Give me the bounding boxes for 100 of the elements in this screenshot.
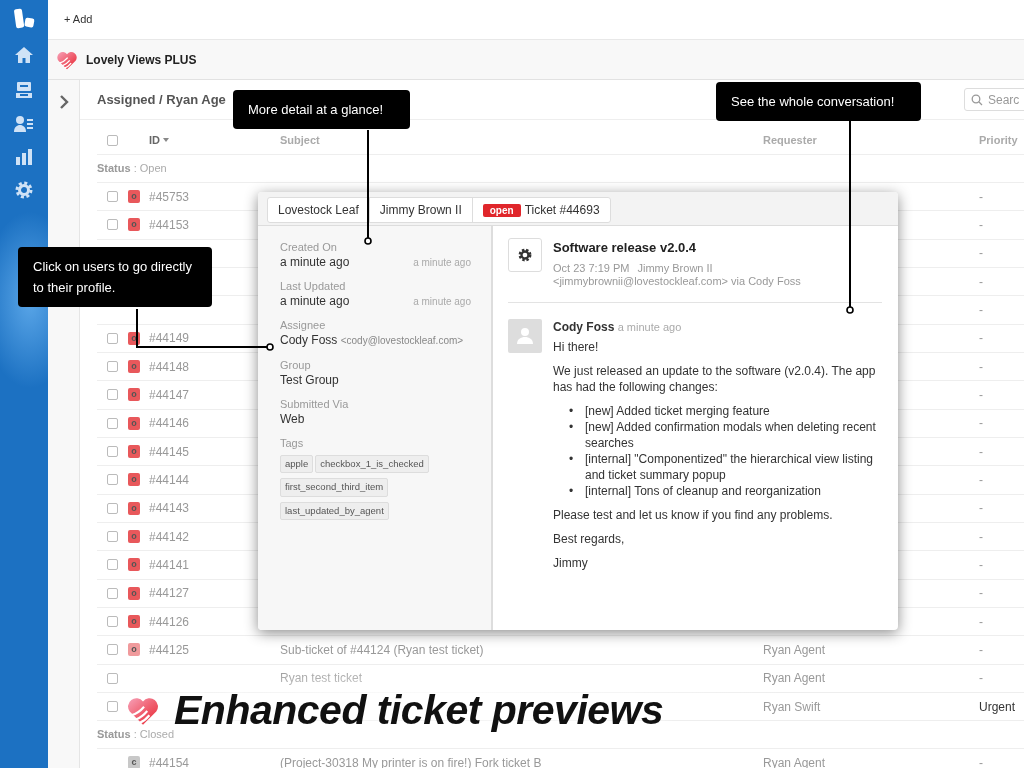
status-badge: o — [128, 558, 140, 572]
status-badge: o — [128, 388, 140, 402]
field-label: Assignee — [280, 318, 327, 332]
callout: Click on users to go directly to their profile. — [18, 247, 212, 307]
search-icon — [971, 94, 983, 106]
status-badge: o — [128, 530, 140, 544]
callout: More detail at a glance! — [233, 90, 410, 129]
priority-value: - — [979, 557, 983, 572]
status-badge: o — [128, 445, 140, 459]
ticket-id[interactable]: #44144 — [149, 472, 190, 487]
group-label: Status : Closed — [97, 727, 175, 743]
column-header[interactable]: Requester — [763, 131, 817, 149]
field-label: Tags — [280, 436, 305, 450]
tag: apple — [280, 455, 314, 474]
ticket-id[interactable]: #45753 — [149, 189, 190, 204]
ticket-id[interactable]: #44141 — [149, 557, 190, 572]
ticket-id[interactable]: #44143 — [149, 501, 190, 516]
priority-value: - — [979, 586, 983, 601]
bullet: • — [569, 450, 575, 468]
view-title: Lovely Views PLUS — [86, 51, 197, 69]
settings-button[interactable] — [508, 238, 542, 272]
comment-text: Jimmy — [553, 554, 589, 571]
checkbox[interactable] — [107, 219, 118, 231]
comment-text: Please test and let us know if you find any problems. — [553, 506, 834, 523]
ticket-id[interactable]: #44126 — [149, 614, 190, 629]
comment-author[interactable]: Cody Foss — [553, 319, 615, 334]
contacts-icon[interactable] — [14, 115, 34, 133]
preview-tab[interactable]: open Ticket #44693 — [472, 198, 610, 222]
comment-text: Best regards, — [553, 530, 626, 547]
checkbox[interactable] — [107, 559, 118, 571]
checkbox[interactable] — [107, 361, 118, 373]
settings-icon — [518, 248, 532, 262]
ticket-id[interactable]: #44127 — [149, 586, 190, 601]
ticket-id[interactable]: #44145 — [149, 444, 190, 459]
preview-tab[interactable]: Jimmy Brown II — [369, 198, 473, 222]
field-label: Created On — [280, 240, 338, 254]
checkbox[interactable] — [107, 616, 118, 628]
priority-value: - — [979, 359, 983, 374]
search-field[interactable]: Searc — [964, 88, 1024, 111]
assignee-link[interactable]: Cody Foss <cody@lovestockleaf.com> — [280, 332, 464, 349]
list-item: [new] Added confirmation modals when deleting recent searches — [585, 418, 877, 451]
ticket-id[interactable]: #44146 — [149, 416, 190, 431]
priority-value: - — [979, 416, 983, 431]
logo-icon[interactable] — [13, 8, 35, 30]
column-header[interactable]: Subject — [280, 131, 320, 149]
priority-value: - — [979, 671, 983, 686]
priority-value: - — [979, 501, 983, 516]
comment-text: We just released an update to the software (v2.0.4). The app has had the following changes: — [553, 362, 877, 395]
checkbox[interactable] — [107, 701, 118, 713]
bullet: • — [569, 418, 575, 436]
status-badge: o — [128, 190, 140, 204]
checkbox[interactable] — [107, 134, 118, 146]
requester-name: Ryan Agent — [763, 642, 826, 657]
ticket-subject[interactable]: Ryan test ticket — [280, 671, 363, 686]
list-item: [internal] Tons of cleanup and reorganization — [585, 482, 821, 499]
ticket-subject[interactable]: Sub-ticket of #44124 (Ryan test ticket) — [280, 642, 484, 657]
checkbox[interactable] — [107, 474, 118, 486]
sender-name[interactable]: Jimmy Brown II — [637, 261, 713, 275]
checkbox[interactable] — [107, 587, 118, 599]
field-label: Submitted Via — [280, 397, 350, 411]
checkbox[interactable] — [107, 417, 118, 429]
status-badge: o — [128, 360, 140, 374]
preview-tab[interactable]: Lovestock Leaf — [268, 198, 370, 222]
checkbox[interactable] — [107, 531, 118, 543]
bar-chart-icon[interactable] — [15, 148, 33, 166]
status-badge: o — [128, 615, 140, 629]
bullet: • — [569, 482, 575, 499]
ticket-id[interactable]: #44147 — [149, 387, 190, 402]
column-header[interactable]: ID — [149, 131, 169, 149]
requester-name: Ryan Swift — [763, 699, 821, 714]
ticket-id[interactable]: #44153 — [149, 218, 190, 232]
status-badge: o — [128, 586, 140, 600]
priority-value: - — [979, 755, 983, 768]
priority-value: - — [979, 331, 983, 346]
checkbox[interactable] — [107, 332, 118, 344]
checkbox[interactable] — [107, 672, 118, 684]
ticket-id[interactable]: #44125 — [149, 642, 190, 657]
settings-icon[interactable] — [15, 181, 33, 199]
checkbox[interactable] — [107, 446, 118, 458]
ticket-id[interactable]: #44142 — [149, 529, 190, 544]
field-value: Web — [280, 411, 305, 427]
inbox-icon[interactable] — [15, 80, 33, 100]
tag: last_updated_by_agent — [280, 501, 389, 520]
home-icon[interactable] — [14, 45, 34, 65]
checkbox[interactable] — [107, 502, 118, 514]
message-date: Oct 23 7:19 PM — [553, 261, 630, 275]
priority-value: - — [979, 472, 983, 487]
add-button[interactable]: + Add — [62, 9, 95, 30]
message-subject: Software release v2.0.4 — [553, 239, 698, 257]
column-header[interactable]: Priority — [979, 131, 1018, 149]
ticket-id[interactable]: #44148 — [149, 359, 190, 374]
checkbox[interactable] — [107, 389, 118, 401]
status-badge: o — [128, 643, 140, 657]
checkbox[interactable] — [107, 191, 118, 203]
ticket-id[interactable]: #44149 — [149, 331, 190, 346]
priority-value: - — [979, 387, 983, 402]
list-item: [internal] "Componentized" the hierarchical view listing and ticket summary popup — [585, 450, 874, 483]
ticket-id[interactable]: #44154 — [149, 755, 190, 768]
checkbox[interactable] — [107, 644, 118, 656]
view-breadcrumb: Assigned / Ryan Age — [97, 90, 226, 109]
